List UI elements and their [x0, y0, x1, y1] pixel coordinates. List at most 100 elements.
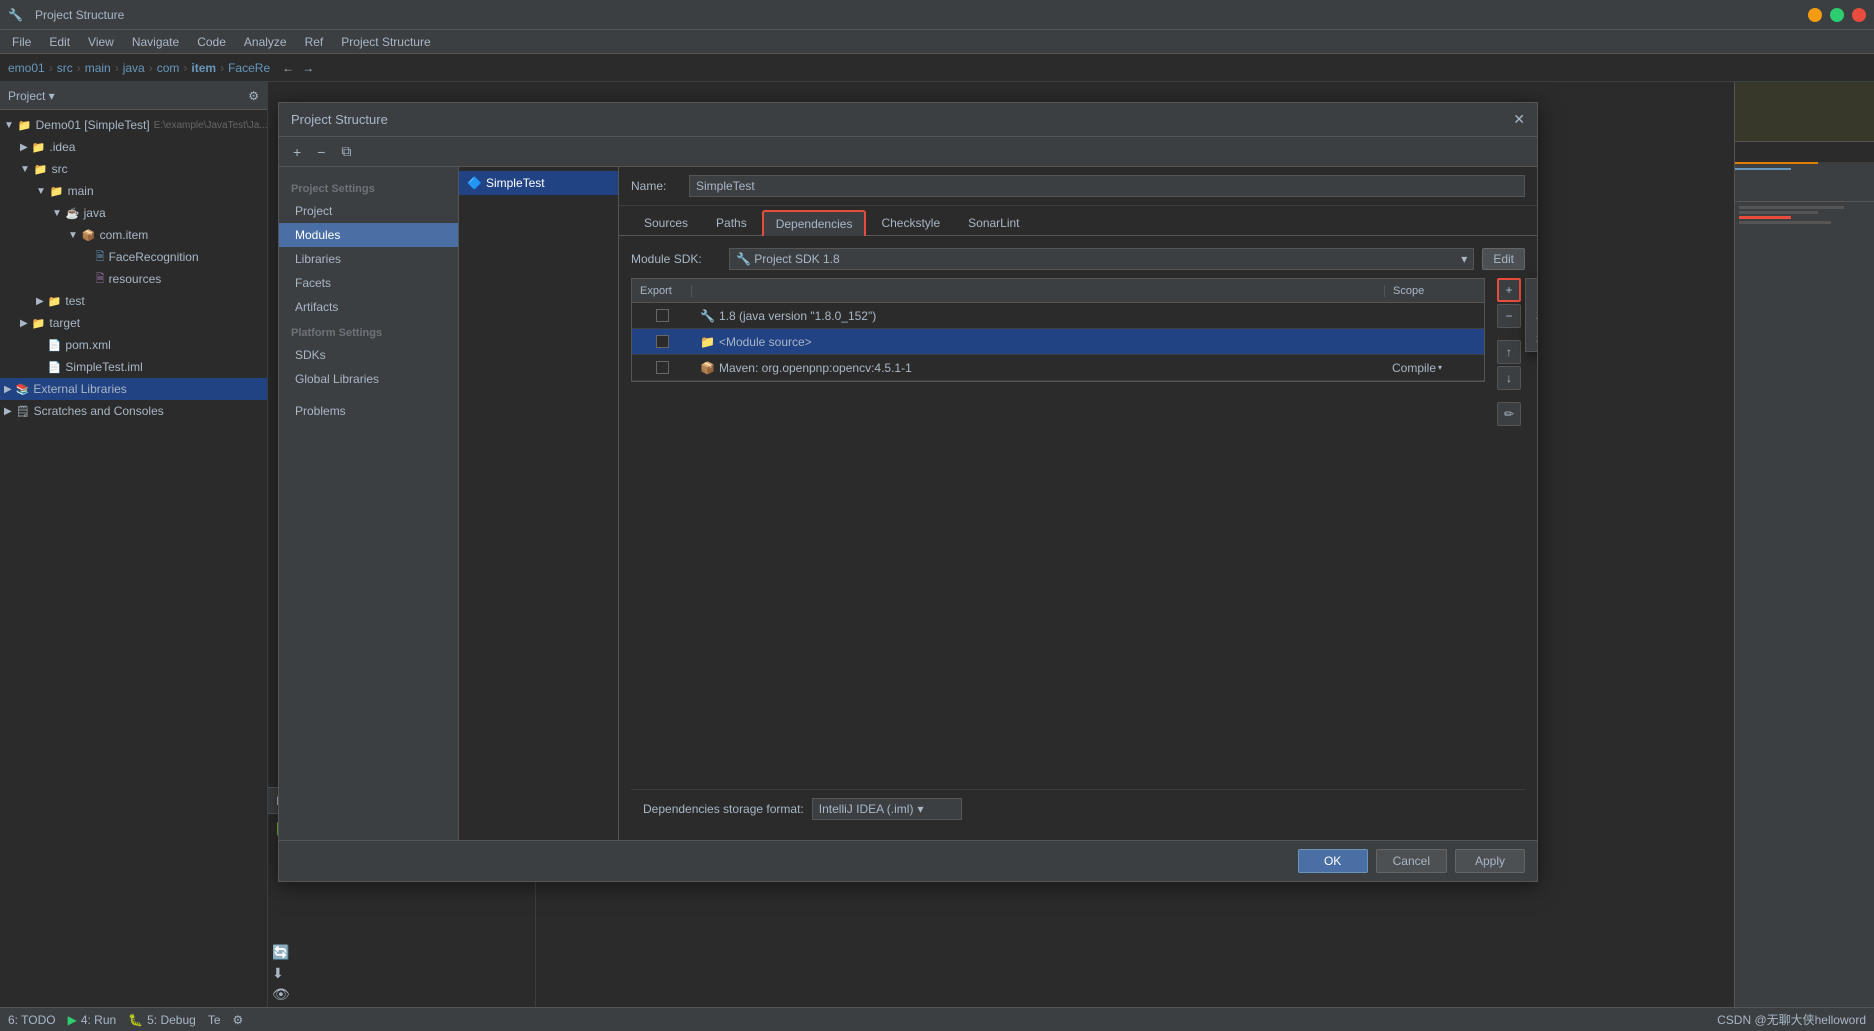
tree-item-com-item[interactable]: ▼ 📦 com.item [0, 224, 267, 246]
cancel-button[interactable]: Cancel [1376, 849, 1447, 873]
menu-file[interactable]: File [4, 33, 39, 51]
dep-label: 1.8 (java version "1.8.0_152") [719, 309, 876, 323]
name-input[interactable] [689, 175, 1525, 197]
dep-scope-maven[interactable]: Compile ▾ [1384, 361, 1484, 375]
nav-project[interactable]: Project [279, 199, 458, 223]
edit-sdk-button[interactable]: Edit [1482, 248, 1525, 270]
menu-project-structure[interactable]: Project Structure [333, 33, 438, 51]
dep-row-maven[interactable]: 📦 Maven: org.openpnp:opencv:4.5.1-1 Comp… [632, 355, 1484, 381]
tree-item-test[interactable]: ▶ 📁 test [0, 290, 267, 312]
tree-item-face-recognition[interactable]: ▶ 🗎 FaceRecognition [0, 246, 267, 268]
tab-content: Module SDK: 🔧 Project SDK 1.8 ▾ Edit [619, 236, 1537, 840]
nav-sdks[interactable]: SDKs [279, 343, 458, 367]
nav-modules[interactable]: Modules [279, 223, 458, 247]
download-icon[interactable]: ⬇ [272, 965, 290, 982]
module-item-simpletest[interactable]: 🔷 SimpleTest [459, 171, 618, 195]
remove-dep-button[interactable]: − [1497, 304, 1521, 328]
dropdown-module-dep-item[interactable]: 3 🔷 Module Dependency... [1526, 327, 1537, 351]
breadcrumb-item[interactable]: src [57, 61, 73, 75]
status-right: CSDN @无聊大侠helloword [1717, 1011, 1866, 1028]
dropdown-jars-item[interactable]: 1 📁 JARs or directories... [1526, 279, 1537, 303]
debug-status[interactable]: 🐛 5: Debug [128, 1013, 196, 1027]
project-settings-icon[interactable]: ⚙ [248, 89, 259, 103]
minimize-button[interactable] [1808, 8, 1822, 22]
tab-sonarlint[interactable]: SonarLint [955, 210, 1032, 235]
nav-global-libraries[interactable]: Global Libraries [279, 367, 458, 391]
package-icon: 📦 [82, 229, 96, 242]
tree-item-demo01[interactable]: ▼ 📁 Demo01 [SimpleTest] E:\example\JavaT… [0, 114, 267, 136]
dialog-title: Project Structure [291, 112, 388, 127]
plus-icon: + [1505, 283, 1512, 297]
deps-table: Export Scope [631, 278, 1485, 382]
tree-item-src[interactable]: ▼ 📁 src [0, 158, 267, 180]
tab-checkstyle[interactable]: Checkstyle [868, 210, 953, 235]
tab-sources[interactable]: Sources [631, 210, 701, 235]
tree-item-external-libraries[interactable]: ▶ 📚 External Libraries [0, 378, 267, 400]
dialog-remove-button[interactable]: − [311, 142, 331, 162]
xml-icon: 📄 [48, 339, 62, 352]
debug-label: 5: Debug [147, 1013, 196, 1027]
maximize-button[interactable] [1830, 8, 1844, 22]
dialog-add-button[interactable]: + [287, 142, 307, 162]
add-dep-button[interactable]: + 1 📁 JARs or directories... [1497, 278, 1521, 302]
refresh-icon[interactable]: 🔄 [272, 944, 290, 961]
tree-item-iml[interactable]: ▶ 📄 SimpleTest.iml [0, 356, 267, 378]
breadcrumb-item[interactable]: FaceRe [228, 61, 270, 75]
tab-paths[interactable]: Paths [703, 210, 760, 235]
settings-status[interactable]: ⚙ [233, 1013, 244, 1027]
eye-icon[interactable]: 👁 [272, 986, 290, 1003]
scratch-icon: 🗒 [16, 405, 30, 418]
jar-item-num: 1 [1536, 284, 1537, 298]
tree-item-resources[interactable]: ▶ 🗎 resources [0, 268, 267, 290]
nav-problems[interactable]: Problems [279, 399, 458, 423]
storage-select[interactable]: IntelliJ IDEA (.iml) ▾ [812, 798, 962, 820]
tree-label: target [49, 316, 80, 330]
edit-dep-button[interactable]: ✏ [1497, 402, 1521, 426]
breadcrumb-item[interactable]: java [123, 61, 145, 75]
run-status[interactable]: ▶ 4: Run [68, 1013, 117, 1027]
todo-status[interactable]: 6: TODO [8, 1013, 56, 1027]
breadcrumb-item[interactable]: emo01 [8, 61, 45, 75]
settings-icon: ⚙ [233, 1013, 244, 1027]
tree-item-pom[interactable]: ▶ 📄 pom.xml [0, 334, 267, 356]
dep-row-jdk[interactable]: 🔧 1.8 (java version "1.8.0_152") [632, 303, 1484, 329]
dep-export-checkbox[interactable] [656, 335, 669, 348]
move-up-button[interactable]: ↑ [1497, 340, 1521, 364]
dialog-close-button[interactable]: ✕ [1513, 111, 1525, 128]
move-down-button[interactable]: ↓ [1497, 366, 1521, 390]
tree-label: com.item [100, 228, 149, 242]
dropdown-library-item[interactable]: 2 📚 Library... [1526, 303, 1537, 327]
breadcrumb-item[interactable]: main [85, 61, 111, 75]
menu-analyze[interactable]: Analyze [236, 33, 295, 51]
nav-libraries[interactable]: Libraries [279, 247, 458, 271]
breadcrumb-item[interactable]: item [191, 61, 216, 75]
apply-button[interactable]: Apply [1455, 849, 1525, 873]
tree-item-main[interactable]: ▼ 📁 main [0, 180, 267, 202]
nav-artifacts[interactable]: Artifacts [279, 295, 458, 319]
menu-code[interactable]: Code [189, 33, 234, 51]
tab-dependencies[interactable]: Dependencies [762, 210, 867, 236]
sdk-select[interactable]: 🔧 Project SDK 1.8 ▾ [729, 248, 1474, 270]
breadcrumb-item[interactable]: com [157, 61, 180, 75]
menu-navigate[interactable]: Navigate [124, 33, 187, 51]
tree-label: test [65, 294, 84, 308]
dialog-copy-button[interactable]: ⧉ [335, 141, 357, 162]
dep-row-module-source[interactable]: 📁 <Module source> [632, 329, 1484, 355]
tree-item-scratches[interactable]: ▶ 🗒 Scratches and Consoles [0, 400, 267, 422]
deps-container: Export Scope [631, 278, 1485, 781]
tree-item-target[interactable]: ▶ 📁 target [0, 312, 267, 334]
dep-export-checkbox[interactable] [656, 361, 669, 374]
close-button[interactable] [1852, 8, 1866, 22]
status-left: 6: TODO ▶ 4: Run 🐛 5: Debug Te ⚙ [8, 1013, 243, 1027]
tree-item-java[interactable]: ▼ ☕ java [0, 202, 267, 224]
te-status[interactable]: Te [208, 1013, 221, 1027]
dep-export-checkbox[interactable] [656, 309, 669, 322]
menu-view[interactable]: View [80, 33, 122, 51]
resource-icon: 🗎 [96, 270, 105, 289]
tree-item-idea[interactable]: ▶ 📁 .idea [0, 136, 267, 158]
menu-ref[interactable]: Ref [297, 33, 332, 51]
right-panel-mid1 [1735, 142, 1874, 202]
ok-button[interactable]: OK [1298, 849, 1368, 873]
menu-edit[interactable]: Edit [41, 33, 78, 51]
nav-facets[interactable]: Facets [279, 271, 458, 295]
